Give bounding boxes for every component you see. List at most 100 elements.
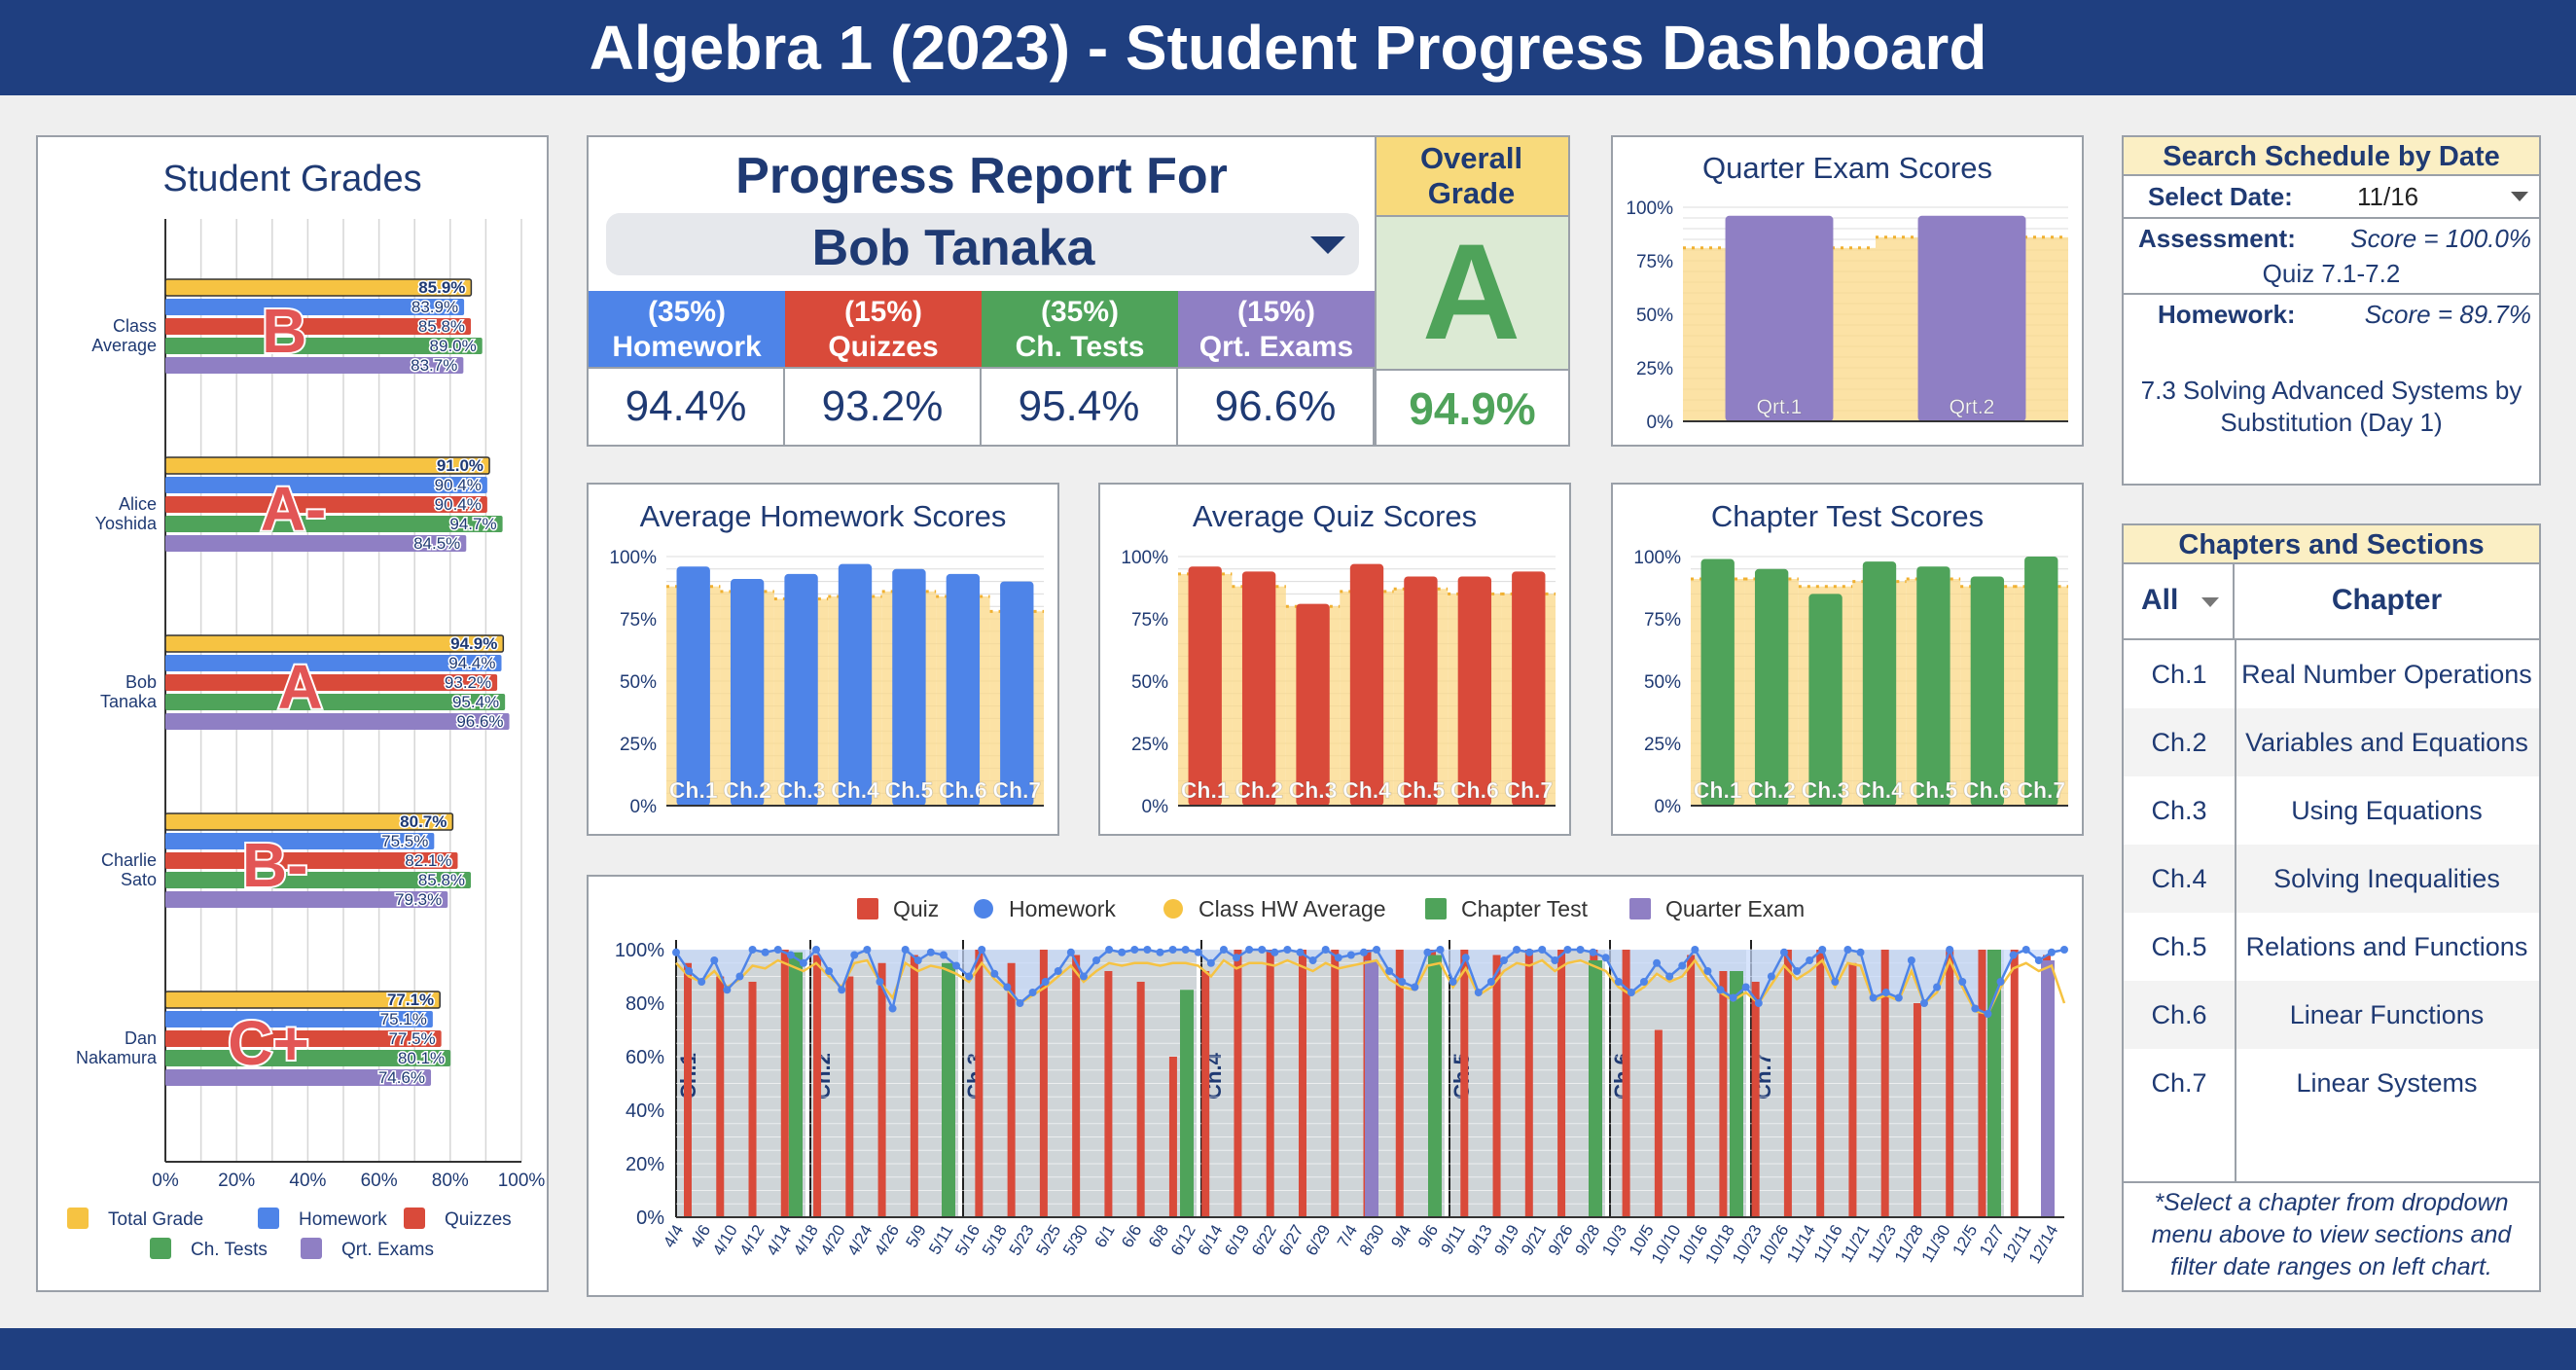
quiz-bar xyxy=(1978,950,1986,1217)
grade-value-label: 82.1% xyxy=(405,851,451,870)
homework-point xyxy=(1486,978,1495,986)
grade-value-label: 93.2% xyxy=(445,673,491,692)
homework-point xyxy=(1703,967,1712,975)
score-bar xyxy=(730,579,765,806)
y-tick-label: 60% xyxy=(626,1047,664,1068)
y-tick-label: 100% xyxy=(1121,548,1168,568)
chapter-list: Ch.1 Real Number Operations Ch.2 Variables … xyxy=(2124,640,2539,1117)
homework-point xyxy=(1779,948,1788,956)
y-tick-label: 80% xyxy=(626,993,664,1015)
homework-point xyxy=(1513,946,1521,954)
quiz-bar xyxy=(1007,962,1016,1217)
homework-point xyxy=(1092,956,1101,964)
y-tick-label: 25% xyxy=(1636,359,1673,379)
tests-percent: 95.4% xyxy=(982,369,1178,445)
chapter-id: Ch.1 xyxy=(2151,659,2207,689)
bar-category-label: Ch.1 xyxy=(669,777,718,803)
legend-swatch xyxy=(150,1238,171,1259)
homework-point xyxy=(2047,948,2056,956)
score-bar xyxy=(1241,571,1276,806)
x-tick-label: 4/24 xyxy=(843,1222,876,1259)
homework-weight-header: (35%) Homework xyxy=(589,291,785,369)
homework-point xyxy=(825,967,834,975)
quiz-bar xyxy=(1168,1057,1177,1217)
bar-category-label: Ch.1 xyxy=(1694,777,1742,803)
student-name: Yoshida xyxy=(95,514,158,533)
y-tick-label: 75% xyxy=(1131,610,1168,631)
chapters-note: *Select a chapter from dropdown menu abo… xyxy=(2151,1189,2512,1280)
bar-category-label: Qrt.1 xyxy=(1757,396,1803,418)
homework-point xyxy=(1334,954,1342,962)
score-bar xyxy=(1457,576,1492,806)
student-select[interactable]: Bob Tanaka xyxy=(606,213,1359,276)
chapter-name: Linear Systems xyxy=(2296,1067,2478,1098)
x-tick-label: 4/10 xyxy=(709,1222,741,1259)
x-tick-label: 8/30 xyxy=(1356,1222,1388,1259)
grade-value-label: 79.3% xyxy=(395,890,442,909)
y-tick-label: 100% xyxy=(609,548,657,568)
chapter-row[interactable]: Ch.3 Using Equations xyxy=(2124,776,2539,845)
chapter-row[interactable]: Ch.7 Linear Systems xyxy=(2124,1049,2539,1117)
x-tick-label: 9/4 xyxy=(1387,1222,1414,1251)
homework-point xyxy=(812,946,821,954)
tests-label: Ch. Tests xyxy=(1015,331,1145,363)
y-tick-label: 50% xyxy=(1636,306,1673,326)
homework-scores-chart: Average Homework Scores 0% 25% 50% 75% 100% Ch… xyxy=(609,499,1044,817)
homework-point xyxy=(1118,948,1127,956)
x-tick-label: 5/18 xyxy=(979,1222,1011,1259)
grade-value-label: 94.9% xyxy=(450,634,497,653)
y-tick-label: 20% xyxy=(626,1154,664,1175)
chapter-row[interactable]: Ch.1 Real Number Operations xyxy=(2124,640,2539,708)
homework-point xyxy=(888,1004,897,1013)
homework-point xyxy=(1270,948,1279,956)
chapter-row[interactable]: Ch.5 Relations and Functions xyxy=(2124,913,2539,981)
chapter-row[interactable]: Ch.2 Variables and Equations xyxy=(2124,708,2539,776)
chapter-row[interactable]: Ch.4 Solving Inequalities xyxy=(2124,845,2539,913)
quarter-exam-bar xyxy=(1365,960,1378,1217)
homework-point xyxy=(2009,951,2018,959)
score-bar xyxy=(784,573,818,806)
score-bar xyxy=(1917,215,2026,421)
homework-point xyxy=(1856,948,1865,956)
score-bar xyxy=(892,568,926,806)
homework-point xyxy=(1181,946,1190,954)
score-bar xyxy=(1754,568,1789,806)
chapter-name: Linear Functions xyxy=(2289,999,2485,1029)
legend-swatch xyxy=(67,1208,89,1229)
score-bar xyxy=(1000,581,1034,806)
x-tick-label: 9/19 xyxy=(1490,1222,1522,1259)
quiz-bar xyxy=(748,982,757,1217)
chapter-row[interactable]: Ch.6 Linear Functions xyxy=(2124,981,2539,1049)
x-tick-label: 6/19 xyxy=(1221,1222,1253,1259)
homework-point xyxy=(1601,954,1610,962)
bar-category-label: Ch.5 xyxy=(885,777,934,803)
chapter-id: Ch.3 xyxy=(2151,795,2207,825)
legend-marker xyxy=(857,898,878,919)
x-tick-label: 12/5 xyxy=(1949,1222,1981,1259)
overall-grade-label: Overall Grade xyxy=(1419,141,1523,210)
homework-point xyxy=(965,972,974,981)
homework-point xyxy=(1308,956,1317,964)
x-tick-label: 6/6 xyxy=(1118,1222,1145,1251)
bar-category-label: Ch.4 xyxy=(831,777,879,803)
y-tick-label: 25% xyxy=(620,735,657,755)
bar-category-label: Ch.3 xyxy=(1289,777,1338,803)
homework-point xyxy=(1639,978,1648,986)
homework-point xyxy=(1589,948,1597,956)
y-tick-label: 75% xyxy=(1636,252,1673,272)
homework-point xyxy=(1206,958,1215,967)
date-select[interactable]: 11/16 xyxy=(2347,178,2532,215)
chapter-filter-select[interactable]: All xyxy=(2124,564,2235,638)
x-tick-label: 40% xyxy=(289,1171,326,1191)
homework-point xyxy=(1831,978,1840,986)
homework-point xyxy=(1283,946,1292,954)
homework-point xyxy=(786,951,795,959)
chapter-id: Ch.4 xyxy=(2151,863,2207,893)
y-tick-label: 40% xyxy=(626,1100,664,1122)
quiz-bar xyxy=(1946,950,1954,1217)
legend-label: Quiz xyxy=(893,896,939,921)
tests-weight-header: (35%) Ch. Tests xyxy=(982,291,1178,369)
x-tick-label: 10/26 xyxy=(1756,1222,1793,1267)
y-tick-label: 50% xyxy=(620,672,657,693)
y-tick-label: 25% xyxy=(1131,735,1168,755)
